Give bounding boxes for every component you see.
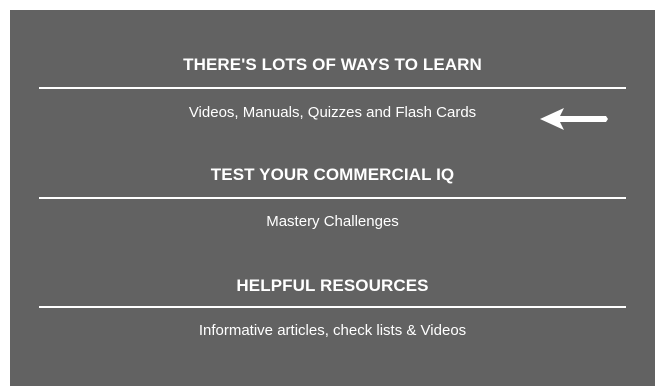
learning-panel: THERE'S LOTS OF WAYS TO LEARN Videos, Ma… (10, 10, 655, 386)
section-heading-helpful-resources: HELPFUL RESOURCES (236, 276, 429, 295)
section-divider (39, 306, 626, 308)
section-heading-ways-to-learn: THERE'S LOTS OF WAYS TO LEARN (183, 55, 482, 74)
arrow-left-icon (540, 108, 608, 130)
section-heading-commercial-iq: TEST YOUR COMMERCIAL IQ (210, 165, 455, 184)
link-informative-articles[interactable]: Informative articles, check lists & Vide… (10, 322, 655, 340)
link-mastery-challenges[interactable]: Mastery Challenges (10, 213, 655, 231)
section-divider (39, 197, 626, 199)
section-divider (39, 87, 626, 89)
